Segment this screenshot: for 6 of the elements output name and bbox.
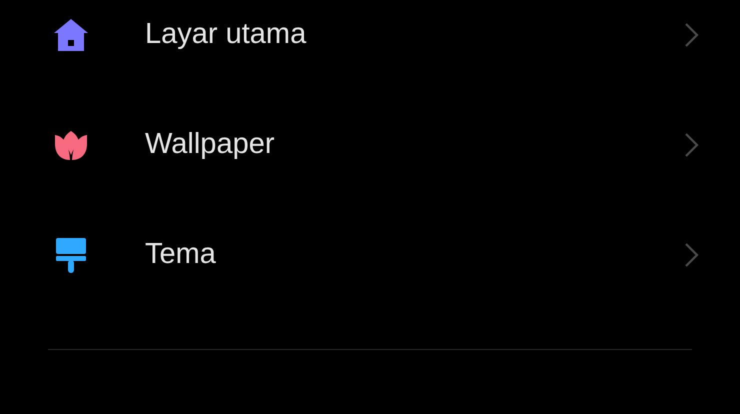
menu-item-label[interactable]: Wallpaper (145, 123, 684, 167)
menu-item-label[interactable]: Layar utama (145, 13, 684, 57)
chevron-right-icon[interactable] (684, 242, 700, 268)
menu-item-label[interactable]: Tema (145, 233, 684, 277)
chevron-right-icon[interactable] (684, 132, 700, 158)
chevron-right-icon[interactable] (684, 22, 700, 48)
